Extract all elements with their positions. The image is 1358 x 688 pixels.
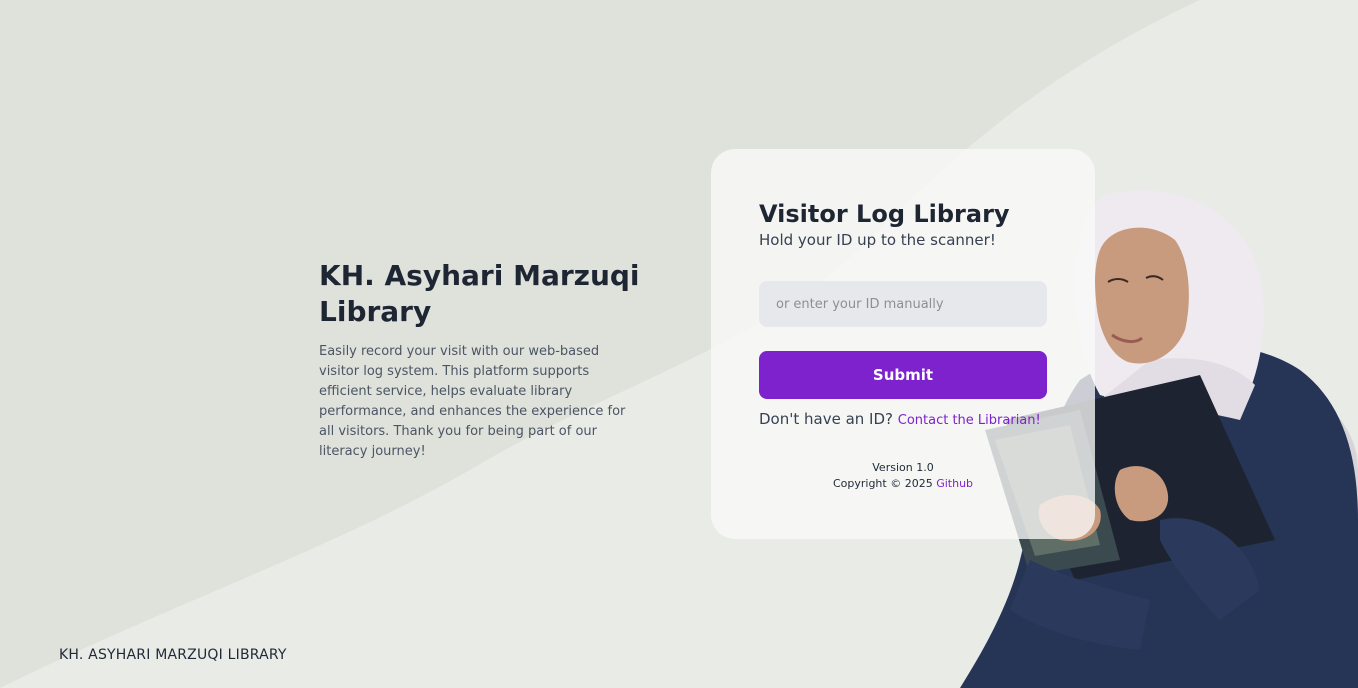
no-id-text: Don't have an ID? [759,410,898,428]
id-input[interactable] [759,281,1047,327]
card-title: Visitor Log Library [759,200,1010,228]
copyright-text: Copyright © 2025 [832,477,937,490]
intro-section: KH. Asyhari Marzuqi Library Easily recor… [319,258,641,462]
copyright-line: Copyright © 2025 Github [711,476,1095,492]
version-text: Version 1.0 [872,461,934,474]
contact-librarian-link[interactable]: Contact the Librarian! [898,413,1041,428]
github-link[interactable]: Github [936,477,973,490]
library-description: Easily record your visit with our web-ba… [319,344,626,459]
visitor-log-card: Visitor Log Library Hold your ID up to t… [711,149,1095,539]
student-reading-photo [0,0,1358,688]
submit-button[interactable]: Submit [759,351,1047,399]
library-title: KH. Asyhari Marzuqi Library [319,259,640,328]
card-subtitle: Hold your ID up to the scanner! [759,231,996,249]
version-info: Version 1.0 Copyright © 2025 Github [711,460,1095,492]
no-id-prompt: Don't have an ID? Contact the Librarian! [759,410,1041,428]
footer-brand: KH. ASYHARI MARZUQI LIBRARY [59,647,287,663]
